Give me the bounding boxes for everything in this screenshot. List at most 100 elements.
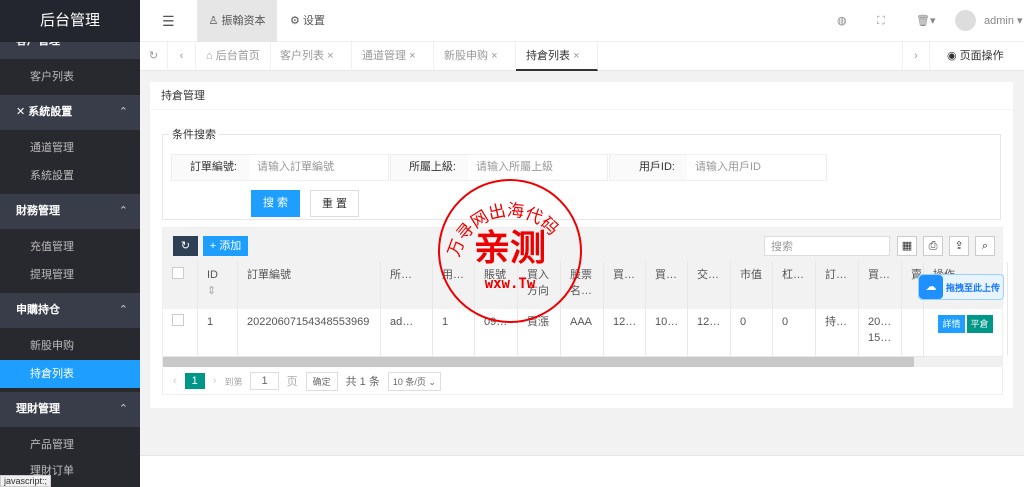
table-cell: 0 [773, 309, 816, 356]
user-menu[interactable]: admin ▾ [984, 0, 1023, 42]
search-icon[interactable]: ⌕ [975, 236, 995, 256]
group-label: 申購持仓 [16, 304, 60, 316]
column-label: ID [207, 269, 218, 281]
sidebar-group-wealth[interactable]: 理財管理 ⌃ [0, 392, 140, 427]
column-header[interactable]: 訂… [816, 262, 859, 309]
fullscreen-icon[interactable]: ⛶ [877, 0, 885, 42]
nav-company[interactable]: ♙ 振翰资本 [197, 0, 277, 42]
page-operations[interactable]: ◉ 页面操作 ⌄ [937, 42, 1024, 91]
username: admin [984, 15, 1014, 27]
tab-ipo[interactable]: 新股申购 × [434, 42, 516, 71]
trash-icon[interactable]: 🗑▾ [916, 0, 936, 42]
chevron-up-icon: ⌃ [118, 205, 128, 217]
columns-icon[interactable]: ▦ [897, 236, 917, 256]
gear-icon: ⚙ [290, 15, 303, 27]
close-icon[interactable]: × [409, 50, 415, 62]
details-button[interactable]: 詳情 [938, 315, 965, 333]
column-header[interactable]: ID ⇕ [198, 262, 238, 309]
confirm-button[interactable]: 确定 [305, 371, 338, 391]
chevron-left-icon[interactable]: ‹ [168, 42, 196, 71]
close-icon[interactable]: × [573, 50, 579, 62]
close-icon[interactable]: × [327, 50, 333, 62]
tab-customer-list[interactable]: 客户列表 × [270, 42, 352, 71]
per-page-select[interactable]: 10 条/页 ⌄ [387, 371, 441, 391]
prev-page-icon[interactable]: ‹ [173, 375, 177, 387]
sidebar-item-customer-list[interactable]: 客户列表 [0, 63, 140, 91]
order-no-field[interactable]: 訂單編號: 请输入訂單編號 [171, 154, 389, 181]
sidebar-item-recharge[interactable]: 充值管理 [0, 233, 140, 261]
current-page[interactable]: 1 [184, 373, 205, 389]
table-cell: 20… 15… [859, 309, 902, 356]
parent-field[interactable]: 所屬上級: 请输入所屬上級 [390, 154, 608, 181]
sidebar-item-system-settings[interactable]: 系統設置 [0, 162, 140, 190]
chevron-up-icon: ⌃ [118, 403, 128, 415]
chevron-right-icon[interactable]: › [902, 42, 930, 71]
horizontal-scrollbar[interactable] [163, 357, 1002, 367]
group-label: 財務管理 [16, 205, 60, 217]
reset-button[interactable]: 重 置 [310, 190, 359, 217]
table-cell: 12… [688, 309, 731, 356]
refresh-table-button[interactable]: ↻ [173, 236, 198, 256]
chevron-up-icon: ⌃ [118, 106, 128, 118]
page-input[interactable]: 1 [250, 372, 279, 390]
row-checkbox[interactable] [163, 309, 198, 356]
sidebar-item-positions[interactable]: 持倉列表 [0, 360, 140, 388]
column-header[interactable]: 買… [604, 262, 646, 309]
table-cell: 0 [731, 309, 773, 356]
column-label: 杠… [782, 269, 804, 281]
sidebar-group-system[interactable]: ✕ 系統設置 ⌃ [0, 95, 140, 130]
column-header[interactable]: 買… [646, 262, 688, 309]
column-header[interactable]: 買… [859, 262, 902, 309]
column-header[interactable]: 所… [381, 262, 433, 309]
parent-input[interactable]: 请输入所屬上級 [468, 155, 607, 180]
home-icon: ⌂ [206, 50, 216, 62]
column-header[interactable]: 交… [688, 262, 731, 309]
sidebar-item-products[interactable]: 产品管理 [0, 431, 140, 459]
logo: 后台管理 [0, 0, 140, 42]
globe-icon[interactable]: ◍ [837, 0, 847, 42]
chevron-up-icon: ⌃ [118, 304, 128, 316]
table-cell: ad… [381, 309, 433, 356]
add-button[interactable]: + 添加 [203, 236, 248, 256]
tab-home[interactable]: ⌂ 后台首页 [196, 42, 271, 71]
nav-label: 振翰资本 [221, 15, 266, 27]
user-id-field[interactable]: 用戶ID: 请输入用戶ID [609, 154, 827, 181]
close-icon[interactable]: × [491, 50, 497, 62]
sidebar: 后台管理 客户管理⌃ 客户列表 ✕ 系統設置⌃ 通道管理系統設置 財務管理⌃ 充… [0, 0, 140, 487]
menu-collapse-icon[interactable]: ☰ [162, 0, 175, 42]
footer [140, 455, 1024, 487]
column-header[interactable]: 市值 [731, 262, 773, 309]
avatar[interactable] [955, 10, 976, 31]
upload-widget[interactable]: ☁ 拖拽至此上传 [918, 274, 1004, 300]
sidebar-item-ipo[interactable]: 新股申购 [0, 332, 140, 360]
sidebar-item-withdraw[interactable]: 提現管理 [0, 261, 140, 289]
table-cell: 12… [604, 309, 646, 356]
cloud-icon: ☁ [919, 275, 943, 299]
sidebar-group-finance[interactable]: 財務管理 ⌃ [0, 194, 140, 229]
column-label: 買… [613, 269, 635, 281]
column-header[interactable]: 杠… [773, 262, 816, 309]
column-label: 訂單編號 [247, 269, 291, 281]
next-page-icon[interactable]: › [213, 375, 217, 387]
search-button[interactable]: 搜 索 [251, 190, 300, 217]
tab-label: 通道管理 [362, 50, 406, 62]
tab-label: 新股申购 [444, 50, 488, 62]
tab-positions[interactable]: 持倉列表 × [516, 42, 598, 71]
select-all-checkbox[interactable] [163, 262, 198, 309]
user-id-input[interactable]: 请输入用戶ID [687, 155, 826, 180]
order-no-input[interactable]: 请输入訂單編號 [249, 155, 388, 180]
close-position-button[interactable]: 平倉 [966, 315, 993, 333]
field-label: 所屬上級: [391, 155, 468, 180]
nav-settings[interactable]: ⚙ 设置 [290, 0, 325, 42]
column-header[interactable]: 訂單編號 [238, 262, 381, 309]
tab-channel[interactable]: 通道管理 × [352, 42, 434, 71]
field-label: 訂單編號: [172, 155, 249, 180]
export-icon[interactable]: ⇪ [949, 236, 969, 256]
group-label: 系統設置 [28, 106, 73, 118]
sort-icon[interactable]: ⇕ [207, 285, 216, 297]
table-search-input[interactable]: 搜索 [764, 236, 890, 256]
refresh-icon[interactable]: ↻ [140, 42, 168, 71]
sidebar-group-subscription[interactable]: 申購持仓 ⌃ [0, 293, 140, 328]
sidebar-item-channel[interactable]: 通道管理 [0, 134, 140, 162]
print-icon[interactable]: ⎙ [923, 236, 943, 256]
